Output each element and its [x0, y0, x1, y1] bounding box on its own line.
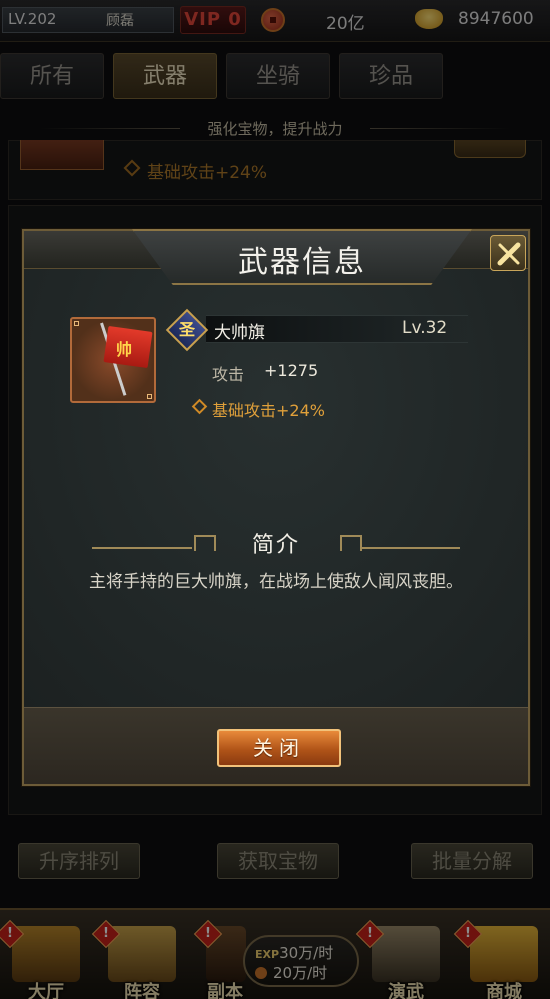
- flag-character: 帅: [116, 340, 133, 359]
- frame-corner: [74, 321, 79, 326]
- section-title: 简介: [251, 533, 300, 558]
- attack-value: +1275: [264, 361, 319, 380]
- dialog-title: 武器信息: [238, 245, 366, 280]
- weapon-info-dialog: 武器信息 帅 圣 大帅旗 Lv.32 攻击 +1275 基础攻击+24% 简介 …: [22, 229, 530, 786]
- base-attack-bonus: 基础攻击+24%: [212, 401, 325, 420]
- weapon-icon: 帅: [70, 317, 156, 403]
- close-button[interactable]: 关闭: [217, 729, 341, 767]
- close-x-glyph: [497, 242, 521, 266]
- close-icon[interactable]: [490, 235, 526, 271]
- rank-character: 圣: [178, 320, 195, 339]
- weapon-description: 主将手持的巨大帅旗，在战场上使敌人闻风丧胆。: [89, 572, 463, 592]
- weapon-level: Lv.32: [402, 318, 448, 338]
- attack-label: 攻击: [212, 365, 245, 384]
- frame-corner: [147, 394, 152, 399]
- weapon-name: 大帅旗: [214, 323, 265, 343]
